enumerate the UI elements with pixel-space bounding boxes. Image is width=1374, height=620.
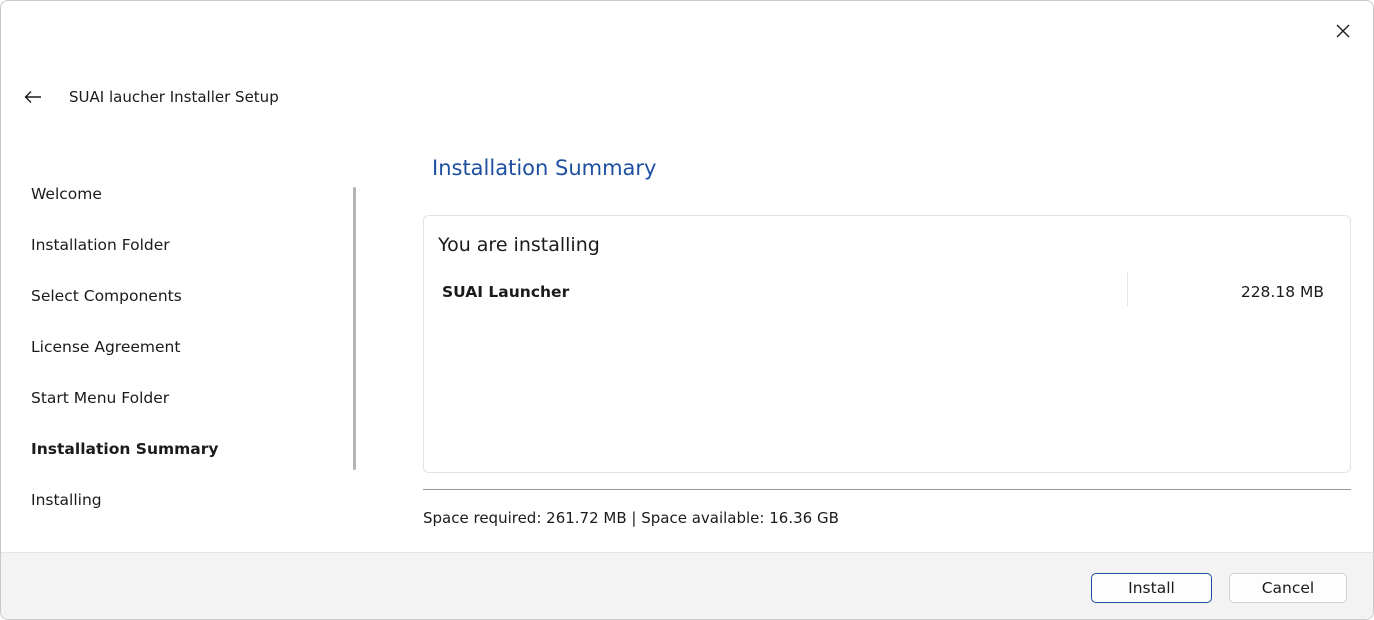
back-arrow-icon: [24, 91, 41, 103]
column-divider: [1127, 272, 1128, 306]
component-size: 228.18 MB: [1240, 283, 1324, 301]
space-info: Space required: 261.72 MB | Space availa…: [423, 509, 839, 527]
footer-bar: Install Cancel: [1, 552, 1373, 619]
installer-window: SUAI laucher Installer Setup Welcome Ins…: [0, 0, 1374, 620]
sidebar-item-installation-summary: Installation Summary: [31, 440, 219, 458]
install-summary-box: You are installing SUAI Launcher 228.18 …: [423, 215, 1351, 473]
app-title: SUAI laucher Installer Setup: [69, 88, 279, 106]
summary-heading: You are installing: [438, 234, 600, 256]
component-name: SUAI Launcher: [442, 283, 570, 301]
title-bar: SUAI laucher Installer Setup: [21, 81, 279, 113]
close-button[interactable]: [1327, 15, 1359, 47]
sidebar-item-welcome: Welcome: [31, 185, 102, 203]
close-icon: [1336, 24, 1350, 38]
sidebar-scrollbar[interactable]: [353, 187, 356, 470]
sidebar-item-start-menu-folder: Start Menu Folder: [31, 389, 170, 407]
sidebar-item-installing: Installing: [31, 491, 102, 509]
wizard-steps-sidebar: Welcome Installation Folder Select Compo…: [31, 169, 351, 526]
install-button[interactable]: Install: [1091, 573, 1212, 603]
back-button[interactable]: [21, 85, 45, 109]
cancel-button[interactable]: Cancel: [1229, 573, 1347, 603]
sidebar-item-installation-folder: Installation Folder: [31, 236, 170, 254]
component-row: SUAI Launcher 228.18 MB: [442, 272, 1324, 306]
page-title: Installation Summary: [432, 156, 657, 180]
sidebar-item-select-components: Select Components: [31, 287, 182, 305]
content-divider: [423, 489, 1351, 490]
sidebar-item-license-agreement: License Agreement: [31, 338, 181, 356]
